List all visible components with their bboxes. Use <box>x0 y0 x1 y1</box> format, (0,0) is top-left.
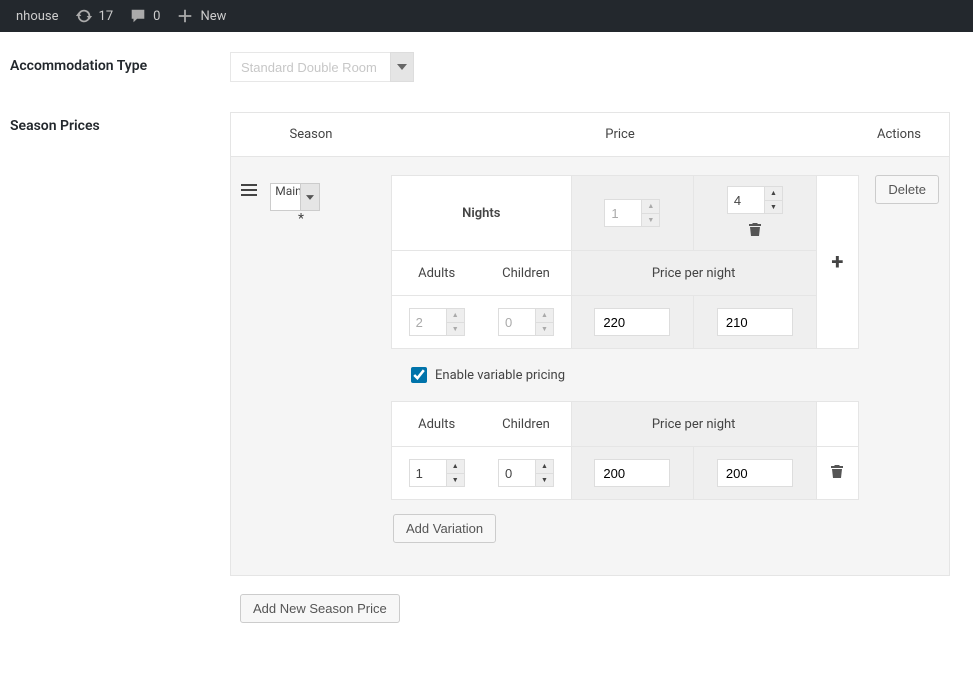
price-per-night-label: Price per night <box>571 251 816 296</box>
base-price-input-1[interactable] <box>594 308 670 336</box>
adminbar-site-name: nhouse <box>16 9 59 24</box>
base-adults-input <box>410 309 446 335</box>
adminbar-new[interactable]: New <box>168 0 234 32</box>
nights-label: Nights <box>392 176 572 251</box>
children-label: Children <box>481 251 570 295</box>
add-variation-button[interactable]: Add Variation <box>393 514 496 543</box>
var-price-input-2[interactable] <box>717 459 793 487</box>
delete-variation-icon[interactable] <box>830 467 844 482</box>
variation-price-grid: Adults Children Price per night <box>391 401 859 500</box>
price-column-header: Price <box>391 127 849 142</box>
var-children-input[interactable] <box>499 460 535 486</box>
var-adults-label: Adults <box>392 402 481 446</box>
plus-icon <box>176 7 194 25</box>
base-price-grid: Nights ▲▼ <box>391 175 859 349</box>
spinner[interactable]: ▲▼ <box>764 187 782 213</box>
add-new-season-price-button[interactable]: Add New Season Price <box>240 594 400 623</box>
spinner: ▲▼ <box>641 200 659 226</box>
adminbar-comments[interactable]: 0 <box>121 0 168 32</box>
spinner[interactable]: ▲▼ <box>535 460 553 486</box>
var-children-label: Children <box>481 402 570 446</box>
admin-bar: nhouse 17 0 New <box>0 0 973 32</box>
nights-input-1 <box>605 200 641 226</box>
nights-stepper-1: ▲▼ <box>604 199 660 227</box>
actions-column-header: Actions <box>849 127 949 142</box>
drag-handle-icon[interactable] <box>241 183 257 201</box>
enable-variable-pricing-label: Enable variable pricing <box>435 368 565 383</box>
nights-stepper-2[interactable]: ▲▼ <box>727 186 783 214</box>
adminbar-comments-count: 0 <box>153 9 160 24</box>
var-adults-input[interactable] <box>410 460 446 486</box>
var-price-per-night-label: Price per night <box>571 402 816 447</box>
season-select[interactable]: Main S <box>270 183 320 211</box>
base-children-input <box>499 309 535 335</box>
season-prices-table: Season Price Actions Main S <box>230 112 950 576</box>
season-prices-label: Season Prices <box>10 112 230 623</box>
adminbar-site-link[interactable]: nhouse <box>8 0 67 32</box>
adults-label: Adults <box>392 251 481 295</box>
adminbar-new-label: New <box>200 9 226 24</box>
accommodation-type-label: Accommodation Type <box>10 52 230 82</box>
adminbar-updates-count: 17 <box>99 9 114 24</box>
var-children-stepper[interactable]: ▲▼ <box>498 459 554 487</box>
season-column-header: Season <box>231 127 391 142</box>
base-children-stepper: ▲▼ <box>498 308 554 336</box>
spinner: ▲▼ <box>446 309 464 335</box>
spinner[interactable]: ▲▼ <box>446 460 464 486</box>
season-asterisk: * <box>265 211 337 227</box>
add-night-button[interactable]: + <box>816 176 858 349</box>
delete-night-icon[interactable] <box>748 222 762 240</box>
nights-input-2[interactable] <box>728 187 764 213</box>
spinner: ▲▼ <box>535 309 553 335</box>
delete-season-button[interactable]: Delete <box>875 175 939 204</box>
var-price-input-1[interactable] <box>594 459 670 487</box>
enable-variable-pricing-checkbox[interactable] <box>411 367 427 383</box>
refresh-icon <box>75 7 93 25</box>
base-adults-stepper: ▲▼ <box>409 308 465 336</box>
base-price-input-2[interactable] <box>717 308 793 336</box>
var-adults-stepper[interactable]: ▲▼ <box>409 459 465 487</box>
season-select-value: Main S <box>270 183 320 211</box>
comment-icon <box>129 7 147 25</box>
accommodation-type-select[interactable]: Standard Double Room <box>230 52 414 82</box>
adminbar-updates[interactable]: 17 <box>67 0 122 32</box>
